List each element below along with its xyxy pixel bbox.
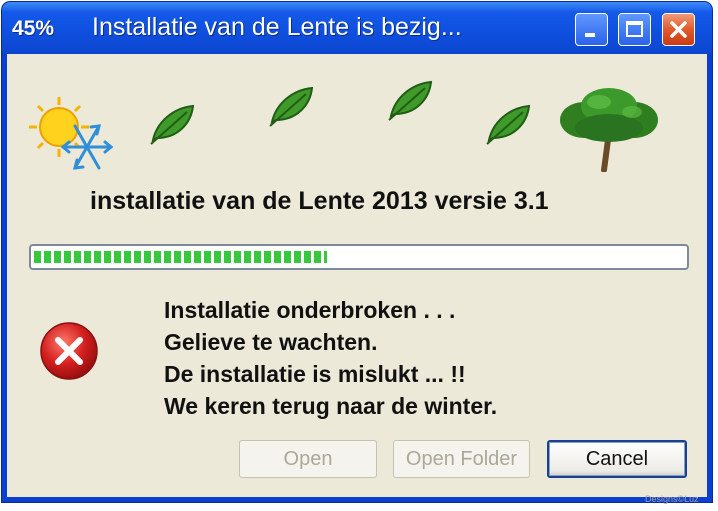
open-folder-button[interactable]: Open Folder <box>393 440 530 478</box>
title-bar[interactable]: 45% Installatie van de Lente is bezig... <box>2 2 712 54</box>
sun-snowflake-icon <box>29 97 114 170</box>
close-icon <box>670 21 687 38</box>
watermark: Designs©Luz <box>645 494 699 504</box>
install-headline: installatie van de Lente 2013 versie 3.1 <box>90 187 549 215</box>
open-button[interactable]: Open <box>239 440 377 478</box>
minimize-button[interactable] <box>575 13 608 46</box>
cancel-button[interactable]: Cancel <box>547 440 687 478</box>
leaf-icon <box>150 104 195 145</box>
title-percent: 45% <box>12 17 55 40</box>
leaf-icon <box>486 104 531 145</box>
error-line: Gelieve te wachten. <box>164 329 378 355</box>
tree-icon <box>560 88 658 172</box>
error-line: Installatie onderbroken . . . <box>164 297 456 323</box>
progress-bar <box>29 244 689 270</box>
leaf-icon <box>388 80 433 121</box>
leaf-icon <box>269 86 314 127</box>
error-line: We keren terug naar de winter. <box>164 393 498 419</box>
close-button[interactable] <box>662 13 695 46</box>
maximize-button[interactable] <box>618 13 651 46</box>
error-message: Installatie onderbroken . . . Gelieve te… <box>164 294 497 422</box>
progress-fill <box>34 251 327 263</box>
dialog-window: 45% Installatie van de Lente is bezig... <box>2 2 712 502</box>
error-line: De installatie is mislukt ... !! <box>164 361 466 387</box>
maximize-icon <box>626 21 643 37</box>
minimize-icon <box>585 33 595 37</box>
dialog-body: installatie van de Lente 2013 versie 3.1… <box>7 54 707 497</box>
error-icon <box>40 322 98 380</box>
window-title: Installatie van de Lente is bezig... <box>92 13 462 41</box>
